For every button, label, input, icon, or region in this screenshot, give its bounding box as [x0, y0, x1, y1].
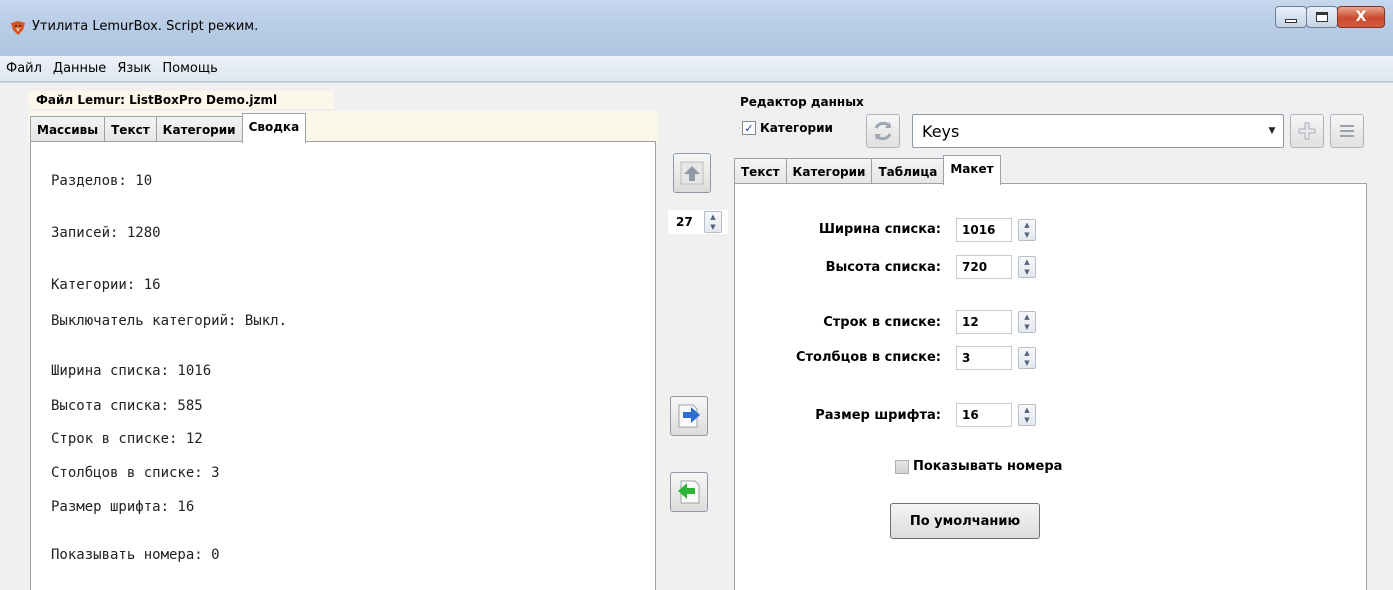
- summary-columns: Столбцов в списке: 3: [51, 465, 220, 481]
- tab-categories[interactable]: Категории: [155, 116, 243, 143]
- tab-summary[interactable]: Сводка: [241, 113, 307, 143]
- checkbox-unchecked-icon[interactable]: [895, 459, 909, 474]
- left-tabs: Массивы Текст Категории Сводка: [30, 113, 307, 143]
- menu-file[interactable]: Файл: [6, 61, 49, 76]
- summary-records: Записей: 1280: [51, 225, 161, 241]
- font-size-input[interactable]: 16: [956, 403, 1012, 427]
- list-menu-icon: [1340, 125, 1354, 137]
- tab-editor-categories[interactable]: Категории: [785, 158, 873, 185]
- rows-input[interactable]: 12: [956, 310, 1012, 334]
- move-up-button[interactable]: [673, 153, 711, 193]
- summary-show-numbers: Показывать номера: 0: [51, 547, 220, 563]
- summary-categories: Категории: 16: [51, 277, 161, 293]
- list-height-spinner-icon[interactable]: ▲ ▼: [1018, 256, 1036, 278]
- tab-editor-table[interactable]: Таблица: [871, 158, 945, 185]
- show-numbers-label: Показывать номера: [913, 459, 1063, 474]
- list-menu-button[interactable]: [1330, 114, 1364, 148]
- import-left-icon: [678, 480, 700, 504]
- combo-value: Keys: [922, 121, 960, 141]
- summary-font-size: Размер шрифта: 16: [51, 499, 195, 515]
- close-icon: X: [1355, 9, 1367, 25]
- categories-checkbox-label: Категории: [760, 121, 833, 135]
- columns-label: Столбцов в списке:: [795, 350, 941, 365]
- menu-data[interactable]: Данные: [53, 61, 113, 76]
- minimize-button[interactable]: [1275, 6, 1307, 28]
- tab-arrays[interactable]: Массивы: [30, 116, 106, 143]
- summary-category-switch: Выключатель категорий: Выкл.: [51, 313, 288, 329]
- categories-checkbox[interactable]: ✓ Категории: [742, 121, 833, 135]
- plus-icon: [1298, 122, 1316, 140]
- default-button[interactable]: По умолчанию: [890, 503, 1040, 539]
- menu-language[interactable]: Язык: [117, 61, 158, 76]
- show-numbers-checkbox[interactable]: Показывать номера: [895, 459, 1062, 474]
- move-up-icon: [680, 161, 704, 185]
- title-bar: Утилита LemurBox. Script режим. X: [0, 0, 1393, 56]
- keys-combobox[interactable]: Keys ▼: [912, 114, 1284, 148]
- add-button[interactable]: [1290, 114, 1324, 148]
- checkbox-checked-icon[interactable]: ✓: [742, 121, 756, 135]
- data-editor-title: Редактор данных: [740, 95, 864, 109]
- spinner-arrows-icon[interactable]: ▲ ▼: [704, 211, 722, 233]
- summary-list-height: Высота списка: 585: [51, 398, 203, 414]
- refresh-button[interactable]: [866, 114, 900, 148]
- rows-spinner-icon[interactable]: ▲ ▼: [1018, 311, 1036, 333]
- list-height-label: Высота списка:: [825, 260, 941, 275]
- step-spinner[interactable]: 27 ▲ ▼: [668, 210, 728, 234]
- client-area: Файл Lemur: ListBoxPro Demo.jzml Массивы…: [0, 83, 1393, 590]
- import-left-button[interactable]: [670, 472, 708, 512]
- lemur-file-label: Файл Lemur: ListBoxPro Demo.jzml: [28, 91, 334, 109]
- font-size-label: Размер шрифта:: [815, 408, 941, 423]
- maximize-icon: [1316, 12, 1328, 22]
- list-width-label: Ширина списка:: [818, 222, 941, 237]
- summary-panel: Разделов: 10 Записей: 1280 Категории: 16…: [30, 141, 656, 590]
- maximize-button[interactable]: [1306, 6, 1338, 28]
- list-height-input[interactable]: 720: [956, 255, 1012, 279]
- export-right-button[interactable]: [670, 396, 708, 436]
- rows-label: Строк в списке:: [823, 315, 941, 330]
- minimize-icon: [1285, 19, 1297, 23]
- tab-text[interactable]: Текст: [104, 116, 157, 143]
- list-width-spinner-icon[interactable]: ▲ ▼: [1018, 219, 1036, 241]
- step-value: 27: [676, 215, 693, 229]
- chevron-down-icon[interactable]: ▼: [1261, 126, 1283, 136]
- window-title: Утилита LemurBox. Script режим.: [32, 19, 259, 34]
- menu-bar: Файл Данные Язык Помощь: [0, 56, 1393, 82]
- refresh-icon: [874, 121, 892, 141]
- tab-editor-layout[interactable]: Макет: [943, 155, 1001, 185]
- list-width-input[interactable]: 1016: [956, 218, 1012, 242]
- tab-editor-text[interactable]: Текст: [734, 158, 787, 185]
- lemur-app-icon: [11, 21, 25, 35]
- right-tabs: Текст Категории Таблица Макет: [734, 155, 1001, 185]
- export-right-icon: [678, 404, 700, 428]
- font-size-spinner-icon[interactable]: ▲ ▼: [1018, 404, 1036, 426]
- layout-panel: [734, 183, 1367, 590]
- menu-help[interactable]: Помощь: [162, 61, 224, 76]
- summary-rows: Строк в списке: 12: [51, 431, 203, 447]
- columns-input[interactable]: 3: [956, 346, 1012, 370]
- close-button[interactable]: X: [1337, 6, 1385, 28]
- summary-sections: Разделов: 10: [51, 173, 153, 189]
- window-controls: X: [1275, 6, 1385, 28]
- summary-list-width: Ширина списка: 1016: [51, 363, 212, 379]
- columns-spinner-icon[interactable]: ▲ ▼: [1018, 347, 1036, 369]
